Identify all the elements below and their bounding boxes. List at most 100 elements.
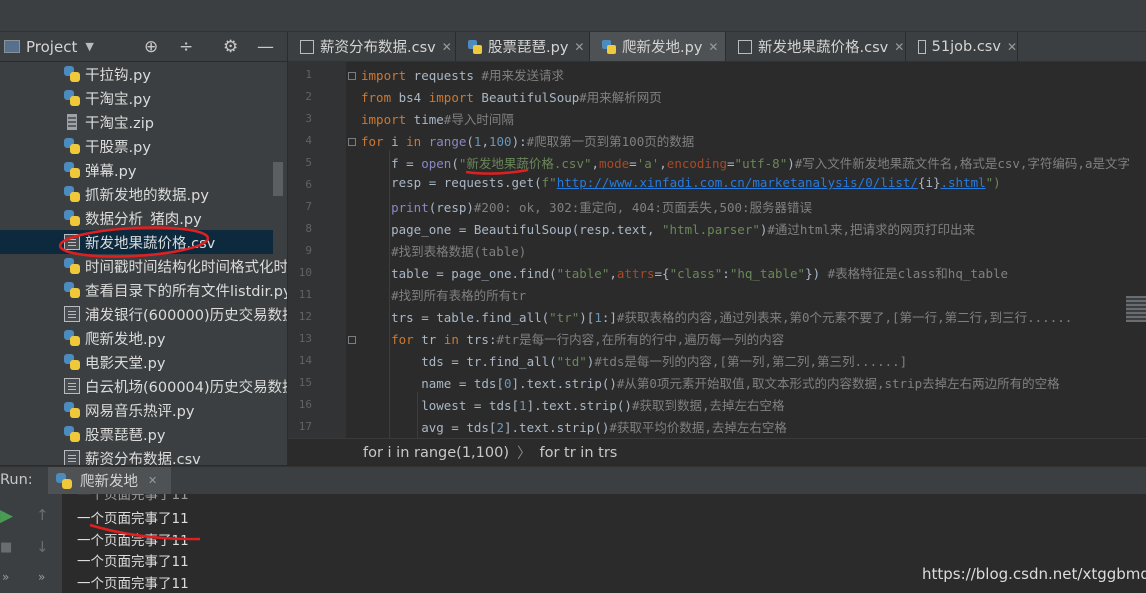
code-token: #从第0项元素开始取值,取文本形式的内容数据,strip去掉左右两边所有的空格	[616, 376, 1060, 391]
line-number: 14	[298, 354, 312, 367]
tree-item[interactable]: 干拉钩.py	[0, 62, 273, 86]
collapse-icon[interactable]: ÷	[179, 37, 193, 57]
code-token: requests	[406, 68, 482, 83]
close-icon[interactable]: ✕	[708, 40, 718, 54]
editor-tab[interactable]: 薪资分布数据.csv ✕	[288, 32, 456, 61]
arrow-up-icon[interactable]: ↑	[36, 506, 49, 524]
rerun-icon[interactable]: ▶	[0, 506, 13, 526]
close-icon[interactable]: ✕	[442, 40, 452, 54]
stop-icon[interactable]: ■	[0, 540, 12, 555]
code-line: import requests #用来发送请求	[361, 65, 564, 87]
code-token: ,	[591, 156, 600, 171]
breadcrumb-item[interactable]: for i in range(1,100)	[363, 445, 509, 461]
code-token: resp = requests.get(	[361, 175, 542, 190]
code-token: encoding	[666, 156, 728, 171]
code-token: import	[361, 112, 407, 127]
code-token: ,	[659, 156, 667, 171]
code-token: #获取表格的内容,通过列表来,第0个元素不要了,[第一行,第二行,到三行....…	[616, 310, 1073, 325]
code-token: #用来解析网页	[579, 90, 662, 105]
hide-icon[interactable]: —	[257, 37, 274, 57]
tree-item[interactable]: 薪资分布数据.csv	[0, 446, 273, 465]
tree-item[interactable]: 查看目录下的所有文件listdir.py	[0, 278, 287, 302]
more-icon[interactable]: »	[2, 570, 9, 584]
code-token: #200: ok, 302:重定向, 404:页面丢失,500:服务器错误	[473, 200, 813, 215]
code-token: print	[391, 200, 429, 215]
tree-item[interactable]: 网易音乐热评.py	[0, 398, 273, 422]
python-icon	[64, 402, 80, 418]
line-number: 17	[298, 420, 312, 433]
code-line: f = open("新发地果蔬价格.csv",mode='a',encoding…	[361, 153, 1130, 175]
code-token: #写入文件新发地果蔬文件名,格式是csv,字符编码,a是文字	[794, 156, 1130, 171]
python-icon	[64, 330, 80, 346]
scrollbar[interactable]	[273, 162, 283, 196]
gear-icon[interactable]: ⚙	[223, 37, 238, 57]
editor-tab[interactable]: 爬新发地.py ✕	[590, 32, 726, 61]
more-icon[interactable]: »	[38, 570, 45, 584]
tree-item[interactable]: 新发地果蔬价格.csv	[0, 230, 273, 254]
code-token: })	[805, 266, 828, 281]
close-icon[interactable]: ✕	[574, 40, 584, 54]
python-icon	[64, 138, 80, 154]
text-file-icon	[64, 306, 80, 322]
tree-item[interactable]: 白云机场(600004)历史交易数据.	[0, 374, 287, 398]
code-token: trs = table.find_all(	[361, 310, 550, 325]
code-token: avg = tds[	[361, 420, 497, 435]
editor-scrollbar-marker[interactable]	[1126, 296, 1146, 322]
run-tab-label: 爬新发地	[80, 474, 138, 490]
run-tab[interactable]: 爬新发地 ✕	[48, 467, 172, 494]
tree-item[interactable]: 抓新发地的数据.py	[0, 182, 273, 206]
python-icon	[64, 66, 80, 82]
tree-item[interactable]: 爬新发地.py	[0, 326, 273, 350]
code-token: range	[428, 134, 467, 149]
tree-item[interactable]: 弹幕.py	[0, 158, 273, 182]
line-number: 1	[305, 68, 312, 81]
tree-item-label: 干股票.py	[85, 140, 151, 156]
code-token: 1	[594, 310, 602, 325]
editor-tab[interactable]: 股票琵琶.py ✕	[456, 32, 590, 61]
line-number: 4	[305, 134, 312, 147]
code-line: #找到表格数据(table)	[361, 241, 526, 263]
code-token: #爬取第一页到第100页的数据	[526, 134, 695, 149]
tree-item[interactable]: 电影天堂.py	[0, 350, 273, 374]
code-editor[interactable]: import requests #用来发送请求 from bs4 import B…	[346, 62, 1146, 438]
project-view-selector[interactable]: Project	[26, 38, 77, 56]
code-token: #用来发送请求	[481, 68, 564, 83]
line-number: 11	[298, 288, 312, 301]
tree-item[interactable]: 干淘宝.zip	[0, 110, 273, 134]
code-line: for tr in trs:#tr是每一行内容,在所有的行中,遍历每一列的内容	[361, 329, 784, 351]
csv-file-icon	[64, 450, 80, 465]
tree-item[interactable]: 时间戳时间结构化时间格式化时间	[0, 254, 287, 278]
code-token: #导入时间隔	[443, 112, 514, 127]
code-token: 2	[496, 420, 504, 435]
code-token: (	[451, 156, 459, 171]
tree-item[interactable]: 数据分析_猪肉.py	[0, 206, 273, 230]
close-icon[interactable]: ✕	[148, 474, 157, 487]
tree-item[interactable]: 浦发银行(600000)历史交易数据.	[0, 302, 287, 326]
code-token: (resp)	[428, 200, 474, 215]
code-token: =	[727, 156, 735, 171]
code-line: trs = table.find_all("tr")[1:]#获取表格的内容,通…	[361, 307, 1072, 329]
code-token: ,	[609, 266, 617, 281]
tree-item-label: 干淘宝.py	[85, 92, 151, 108]
close-icon[interactable]: ✕	[1007, 40, 1017, 54]
tree-item[interactable]: 干淘宝.py	[0, 86, 273, 110]
tree-item[interactable]: 干股票.py	[0, 134, 273, 158]
breadcrumb-item[interactable]: for tr in trs	[540, 445, 618, 461]
code-token: table = page_one.find(	[361, 266, 557, 281]
editor-tab[interactable]: 51job.csv ✕	[906, 32, 1018, 61]
python-icon	[64, 186, 80, 202]
line-number: 9	[305, 244, 312, 257]
tree-item[interactable]: 股票琵琶.py	[0, 422, 273, 446]
locate-icon[interactable]: ⊕	[144, 37, 158, 57]
line-number: 3	[305, 112, 312, 125]
editor-tab-label: 股票琵琶.py	[488, 40, 569, 56]
close-icon[interactable]: ✕	[894, 40, 904, 54]
code-line: page_one = BeautifulSoup(resp.text, "htm…	[361, 219, 975, 241]
text-file-icon	[64, 378, 80, 394]
console-line: 一个页面完事了11	[77, 575, 189, 592]
chevron-down-icon[interactable]: ▼	[85, 40, 93, 53]
code-token: lowest = tds[	[361, 398, 520, 413]
arrow-down-icon[interactable]: ↓	[36, 538, 49, 556]
editor-tab[interactable]: 新发地果蔬价格.csv ✕	[726, 32, 906, 61]
code-token: )[	[579, 310, 595, 325]
